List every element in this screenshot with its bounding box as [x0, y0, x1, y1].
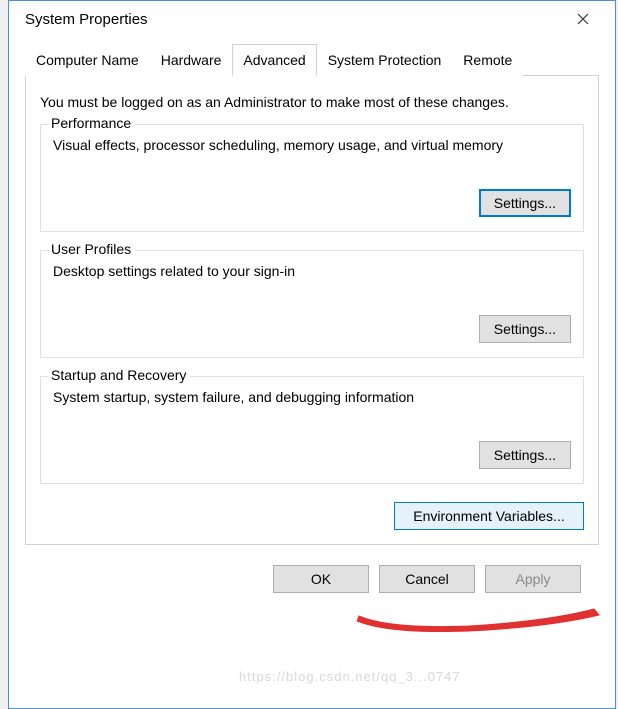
tab-hardware[interactable]: Hardware — [150, 44, 233, 76]
group-startup-recovery: Startup and Recovery System startup, sys… — [40, 376, 584, 484]
tab-computer-name[interactable]: Computer Name — [25, 44, 150, 76]
tab-advanced[interactable]: Advanced — [232, 44, 316, 76]
env-row: Environment Variables... — [40, 502, 584, 530]
tab-system-protection[interactable]: System Protection — [317, 44, 453, 76]
titlebar: System Properties — [9, 1, 615, 37]
watermark-text: https://blog.csdn.net/qq_3...0747 — [239, 669, 461, 684]
group-user-profiles-desc: Desktop settings related to your sign-in — [53, 263, 571, 279]
group-startup-recovery-title: Startup and Recovery — [49, 367, 190, 383]
cancel-button[interactable]: Cancel — [379, 565, 475, 593]
admin-notice: You must be logged on as an Administrato… — [40, 94, 584, 110]
group-performance-desc: Visual effects, processor scheduling, me… — [53, 137, 571, 153]
group-startup-recovery-desc: System startup, system failure, and debu… — [53, 389, 571, 405]
group-performance: Performance Visual effects, processor sc… — [40, 124, 584, 232]
environment-variables-button[interactable]: Environment Variables... — [394, 502, 584, 530]
dialog-button-row: OK Cancel Apply — [25, 545, 599, 599]
dialog-content: Computer Name Hardware Advanced System P… — [9, 37, 615, 613]
close-icon — [577, 13, 589, 25]
apply-button[interactable]: Apply — [485, 565, 581, 593]
system-properties-window: System Properties Computer Name Hardware… — [8, 0, 616, 709]
ok-button[interactable]: OK — [273, 565, 369, 593]
tab-remote[interactable]: Remote — [452, 44, 523, 76]
window-title: System Properties — [25, 11, 148, 28]
group-performance-title: Performance — [49, 115, 135, 131]
performance-settings-button[interactable]: Settings... — [479, 189, 571, 217]
close-button[interactable] — [563, 4, 603, 34]
tab-strip: Computer Name Hardware Advanced System P… — [25, 43, 599, 76]
tab-panel-advanced: You must be logged on as an Administrato… — [25, 76, 599, 545]
group-user-profiles: User Profiles Desktop settings related t… — [40, 250, 584, 358]
startup-recovery-settings-button[interactable]: Settings... — [479, 441, 571, 469]
user-profiles-settings-button[interactable]: Settings... — [479, 315, 571, 343]
group-user-profiles-title: User Profiles — [49, 241, 135, 257]
